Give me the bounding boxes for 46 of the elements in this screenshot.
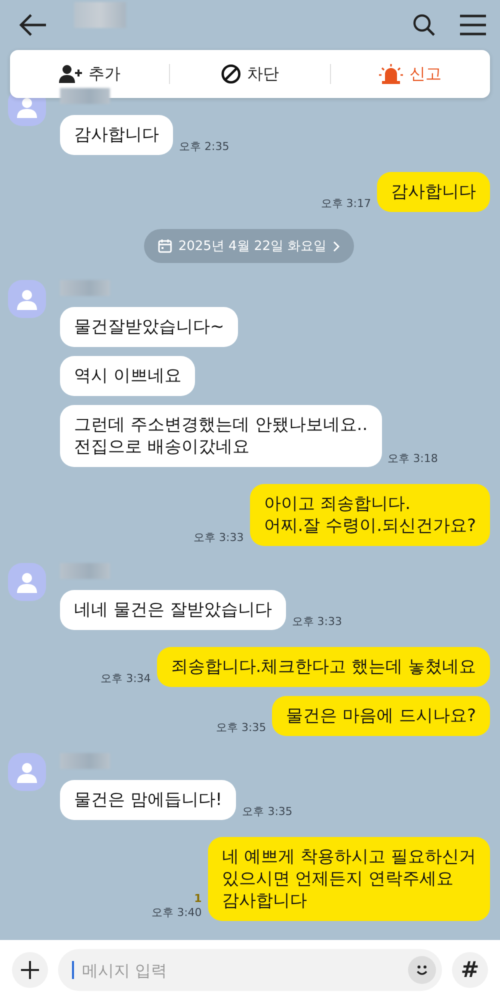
menu-icon [460,14,486,36]
search-icon [412,13,436,37]
message-bubble: 물건은 마음에 드시나요? [272,696,490,736]
message-time: 오후 3:35 [216,720,266,735]
message-time: 오후 3:33 [292,614,342,629]
person-icon [15,760,39,784]
message-time: 오후 3:35 [242,804,292,819]
message-bubble: 감사합니다 [60,115,173,155]
message-bubble: 물건은 맘에듭니다! [60,780,236,820]
blurred-name [74,2,126,28]
arrow-left-icon [18,13,48,37]
block-button[interactable]: 차단 [170,50,330,98]
attach-button[interactable] [12,952,48,988]
message-bubble: 네네 물건은 잘받았습니다 [60,590,286,630]
back-button[interactable] [18,13,48,37]
message-time: 오후 2:35 [179,139,230,154]
message-time: 오후 3:18 [388,451,438,466]
person-icon [15,287,39,311]
message-bubble: 아이고 죄송합니다. 어찌.잘 수령이.되신건가요? [250,484,490,546]
ban-icon [220,64,241,84]
siren-icon [379,64,404,84]
hashtag-button[interactable]: # [452,952,488,988]
add-button[interactable]: 추가 [10,50,170,98]
unread-count: 1 [194,892,202,905]
message-time: 오후 3:33 [194,530,244,545]
text-cursor [72,961,74,979]
emoji-button[interactable] [408,956,436,984]
message-bubble: 그런데 주소변경했는데 안됐나보네요.. 전집으로 배송이갔네요 [60,405,382,467]
report-button[interactable]: 신고 [330,50,490,98]
calendar-icon [158,239,172,253]
message-bubble: 죄송합니다.체크한다고 했는데 놓쳤네요 [156,647,490,687]
message-time: 오후 3:17 [320,196,371,211]
search-button[interactable] [412,13,436,37]
chevron-right-icon [332,240,340,252]
person-add-icon [58,64,83,84]
message-time: 오후 3:40 [152,905,202,920]
person-icon [15,570,39,594]
message-time: 오후 3:34 [100,671,151,686]
message-bubble: 역시 이쁘네요 [60,356,196,396]
plus-icon [21,961,39,979]
message-bubble: 물건잘받았습니다~ [60,307,238,347]
message-field[interactable]: 메시지 입력 [80,960,402,980]
message-input-box[interactable]: 메시지 입력 [58,949,442,991]
message-bubble: 네 예쁘게 착용하시고 필요하신거 있으시면 언제든지 연락주세요 감사합니다 [208,837,490,921]
message-bubble: 감사합니다 [377,172,490,212]
menu-button[interactable] [460,14,486,36]
